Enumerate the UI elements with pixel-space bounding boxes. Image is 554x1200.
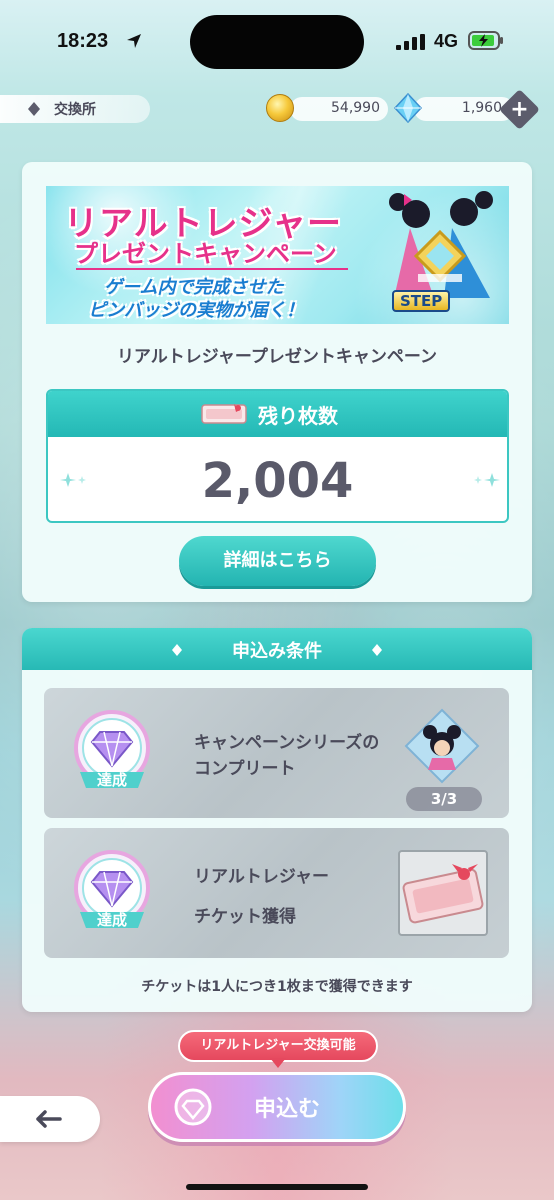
back-arrow-icon xyxy=(36,1110,62,1128)
coin-value: 54,990 xyxy=(331,100,380,116)
ticket-limit-note: チケットは1人につき1枚まで獲得できます xyxy=(141,979,413,995)
badge-label: 達成 xyxy=(97,911,127,929)
status-time: 18:23 xyxy=(57,30,109,52)
remaining-header: 残り枚数 xyxy=(48,391,507,437)
condition-text-line1: キャンペーンシリーズの xyxy=(194,733,380,753)
achievement-badge-icon: 達成 xyxy=(74,850,150,929)
remaining-count: 2,004 xyxy=(201,453,354,509)
campaign-banner[interactable]: リアルトレジャー プレゼントキャンペーン ゲーム内で完成させた ピンバッジの実物… xyxy=(46,186,509,324)
location-arrow-icon xyxy=(127,34,141,48)
condition-text-line1: リアルトレジャー xyxy=(194,867,329,887)
signal-icon xyxy=(396,34,425,50)
pin-thumbnail-icon xyxy=(404,708,480,784)
coin-icon xyxy=(266,94,294,122)
condition-text-line2: コンプリート xyxy=(194,759,296,779)
condition-item-ticket-acquired: 達成 リアルトレジャー チケット獲得 xyxy=(44,828,509,958)
ticket-icon xyxy=(201,404,247,424)
gem-value: 1,960 xyxy=(461,100,502,116)
exchange-tag-label: リアルトレジャー交換可能 xyxy=(200,1038,356,1053)
status-bar: 18:23 4G xyxy=(0,0,554,86)
conditions-title: 申込み条件 xyxy=(232,641,322,662)
banner-title-line2: プレゼントキャンペーン xyxy=(74,240,337,268)
back-button[interactable] xyxy=(0,1096,100,1142)
diamond-icon xyxy=(372,644,382,656)
step-logo: STEP xyxy=(392,290,451,312)
condition-item-series-complete: 達成 キャンペーンシリーズの コンプリート 3/3 xyxy=(44,688,509,818)
resource-header: 交換所 54,990 1,960 + xyxy=(0,88,554,131)
achievement-badge-icon: 達成 xyxy=(74,710,150,789)
ticket-thumbnail xyxy=(398,850,488,936)
diamond-icon xyxy=(28,102,40,116)
special-ticket-icon xyxy=(402,864,484,924)
series-progress: 3/3 xyxy=(406,787,482,811)
gem-icon xyxy=(393,93,423,123)
banner-divider xyxy=(76,268,348,270)
add-gems-button[interactable]: + xyxy=(498,88,541,131)
details-button[interactable]: 詳細はこちら xyxy=(179,536,376,586)
plus-icon: + xyxy=(510,97,529,122)
apply-button[interactable]: 申込む xyxy=(148,1072,406,1142)
condition-text-line2: チケット獲得 xyxy=(194,907,296,927)
conditions-card: 申込み条件 達成 キャンペーンシリーズの コンプリート 3/3 達成 リアルトレ… xyxy=(22,628,532,1012)
battery-charging-icon xyxy=(468,31,503,50)
sparkle-icon xyxy=(474,473,500,487)
badge-label: 達成 xyxy=(97,771,127,789)
dynamic-island xyxy=(190,15,364,69)
details-button-label: 詳細はこちら xyxy=(223,550,332,571)
network-type: 4G xyxy=(434,31,459,51)
tag-pointer xyxy=(270,1058,286,1068)
apply-button-label: 申込む xyxy=(253,1097,320,1122)
campaign-title: リアルトレジャープレゼントキャンペーン xyxy=(116,347,438,367)
remaining-box: 残り枚数 2,004 xyxy=(46,389,509,523)
location-pill: 交換所 xyxy=(0,95,150,123)
remaining-label: 残り枚数 xyxy=(258,404,338,428)
campaign-card: リアルトレジャー プレゼントキャンペーン ゲーム内で完成させた ピンバッジの実物… xyxy=(22,162,532,602)
location-label: 交換所 xyxy=(54,102,96,118)
conditions-header: 申込み条件 xyxy=(22,628,532,670)
home-indicator[interactable] xyxy=(186,1184,368,1190)
banner-subtitle-line2: ピンバッジの実物が届く！ xyxy=(88,300,304,321)
